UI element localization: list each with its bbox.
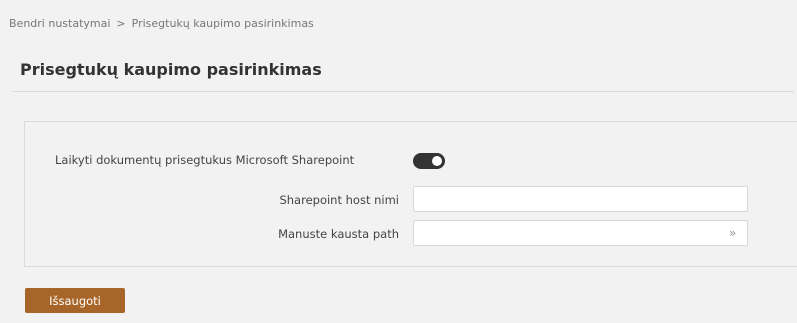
save-button[interactable]: Išsaugoti bbox=[25, 288, 125, 313]
breadcrumb: Bendri nustatymai > Prisegtukų kaupimo pas… bbox=[9, 17, 314, 30]
host-name-input[interactable] bbox=[413, 186, 748, 212]
page-title: Prisegtukų kaupimo pasirinkimas bbox=[20, 60, 322, 79]
breadcrumb-separator: > bbox=[116, 17, 126, 30]
folder-path-input[interactable] bbox=[413, 220, 748, 246]
title-divider bbox=[13, 91, 794, 92]
toggle-knob bbox=[432, 156, 442, 166]
sharepoint-toggle[interactable] bbox=[413, 153, 445, 169]
double-chevron-right-icon[interactable]: » bbox=[729, 226, 736, 240]
breadcrumb-item-general-settings[interactable]: Bendri nustatymai bbox=[9, 17, 110, 30]
host-name-label: Sharepoint host nimi bbox=[279, 193, 399, 207]
breadcrumb-item-current: Prisegtukų kaupimo pasirinkimas bbox=[131, 17, 314, 30]
folder-path-label: Manuste kausta path bbox=[278, 227, 399, 241]
sharepoint-toggle-label: Laikyti dokumentų prisegtukus Microsoft … bbox=[55, 153, 355, 167]
